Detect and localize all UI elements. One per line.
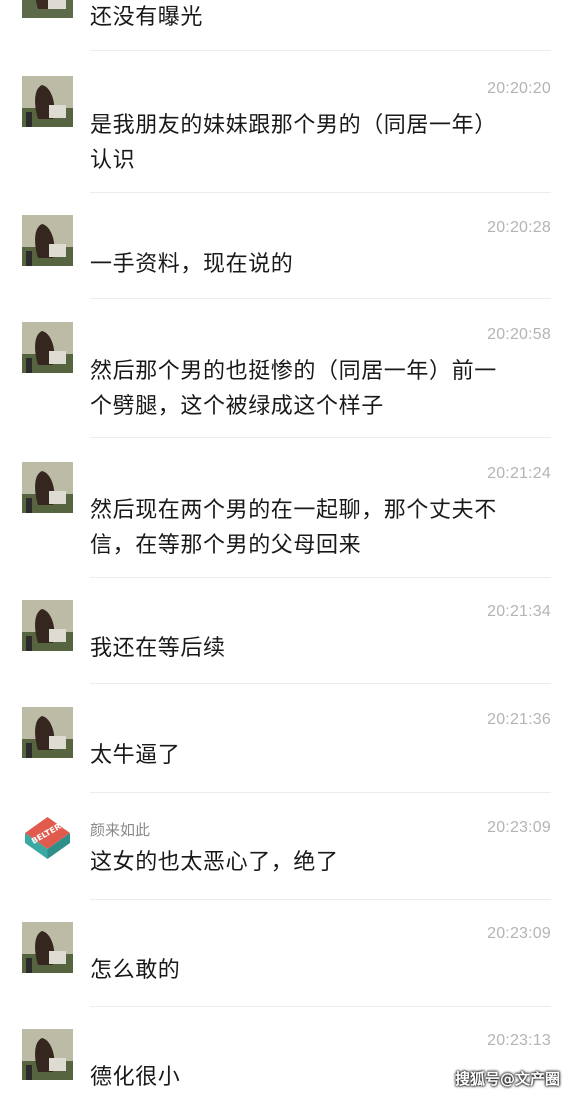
message-text: 一手资料，现在说的 xyxy=(90,252,294,277)
avatar[interactable] xyxy=(22,322,73,373)
avatar[interactable] xyxy=(22,462,73,513)
divider xyxy=(90,683,551,684)
message-text: 然后那个男的也挺惨的（同居一年）前一 个劈腿，这个被绿成这个样子 xyxy=(90,359,497,419)
sender-name: 颜来如此 xyxy=(90,821,151,839)
message-text: 我还在等后续 xyxy=(90,636,226,661)
divider xyxy=(90,298,551,299)
message-timestamp: 20:23:09 xyxy=(487,819,551,836)
avatar[interactable] xyxy=(22,707,73,758)
message-text: 这女的也太恶心了，绝了 xyxy=(90,850,339,875)
avatar[interactable] xyxy=(22,1029,73,1080)
message-timestamp: 20:23:13 xyxy=(487,1032,551,1049)
message-timestamp: 20:20:58 xyxy=(487,326,551,343)
chat-message-list[interactable]: 还没有曝光 20:20:20 是我朋友的妹妹跟那个男的（同居一年） 认识 20:… xyxy=(0,0,574,1099)
divider xyxy=(90,792,551,793)
divider xyxy=(90,50,551,51)
avatar[interactable]: BELTER xyxy=(22,815,73,866)
message-timestamp: 20:23:09 xyxy=(487,925,551,942)
avatar[interactable] xyxy=(22,0,73,18)
message-timestamp: 20:21:34 xyxy=(487,603,551,620)
message-timestamp: 20:21:36 xyxy=(487,711,551,728)
message-timestamp: 20:20:20 xyxy=(487,80,551,97)
avatar[interactable] xyxy=(22,215,73,266)
message-text: 太牛逼了 xyxy=(90,743,181,768)
divider xyxy=(90,192,551,193)
divider xyxy=(90,577,551,578)
message-timestamp: 20:21:24 xyxy=(487,465,551,482)
message-timestamp: 20:20:28 xyxy=(487,219,551,236)
avatar[interactable] xyxy=(22,922,73,973)
message-text: 是我朋友的妹妹跟那个男的（同居一年） 认识 xyxy=(90,113,497,173)
divider xyxy=(90,899,551,900)
watermark: 搜狐号@文产圈 xyxy=(454,1070,560,1088)
message-text: 还没有曝光 xyxy=(90,5,204,30)
divider xyxy=(90,437,551,438)
message-text: 然后现在两个男的在一起聊，那个丈夫不 信，在等那个男的父母回来 xyxy=(90,498,497,558)
avatar[interactable] xyxy=(22,76,73,127)
divider xyxy=(90,1006,551,1007)
avatar[interactable] xyxy=(22,600,73,651)
message-text: 怎么敢的 xyxy=(90,958,181,983)
